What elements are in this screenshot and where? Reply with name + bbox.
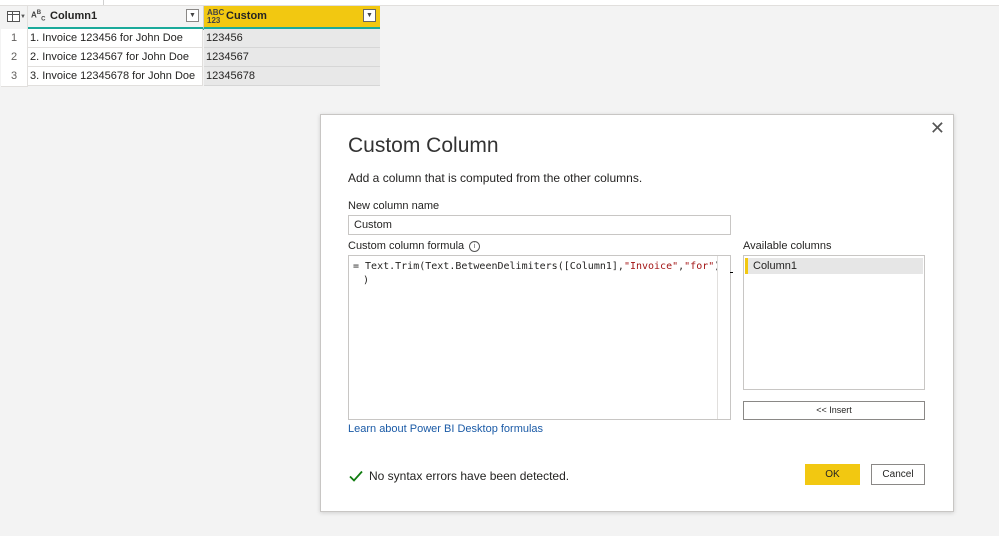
table-menu-button[interactable]: ▼ (1, 6, 28, 30)
cell-column1[interactable]: 2. Invoice 1234567 for John Doe (28, 48, 203, 67)
formula-line-1: = Text.Trim(Text.BetweenDelimiters([Colu… (353, 261, 720, 272)
formula-label-row: Custom column formula i (348, 240, 481, 252)
filter-dropdown-icon[interactable]: ▼ (186, 9, 199, 22)
cancel-button[interactable]: Cancel (871, 464, 925, 485)
list-item[interactable]: Column1 (745, 258, 923, 274)
cell-column1[interactable]: 1. Invoice 123456 for John Doe (28, 29, 203, 48)
formula-scrollbar[interactable] (717, 256, 730, 419)
cell-custom[interactable]: 12345678 (204, 67, 380, 86)
available-columns-list[interactable]: Column1 (743, 255, 925, 390)
column-header-label: Column1 (50, 10, 98, 22)
ok-button[interactable]: OK (805, 464, 860, 485)
formula-string: "for" (684, 261, 715, 272)
row-number: 2 (1, 48, 28, 68)
top-strip-divider (103, 0, 104, 5)
formula-string: "Invoice" (623, 261, 679, 272)
dialog-title: Custom Column (348, 134, 499, 157)
column-header-label: Custom (226, 10, 267, 22)
table-icon (7, 11, 20, 22)
formula-label: Custom column formula (348, 240, 465, 252)
cell-custom[interactable]: 123456 (204, 29, 380, 48)
table-row: 2 2. Invoice 1234567 for John Doe 123456… (1, 48, 380, 68)
text-type-icon[interactable]: ABC (31, 9, 45, 23)
available-columns-label: Available columns (743, 240, 832, 252)
column-header-column1[interactable]: ABC Column1 ▼ (28, 6, 204, 30)
dialog-description: Add a column that is computed from the o… (348, 171, 643, 185)
insert-button[interactable]: << Insert (743, 401, 925, 420)
close-icon[interactable]: ✕ (930, 118, 945, 139)
formula-line-2: ) (363, 275, 370, 286)
column-header-custom[interactable]: ABC 123 Custom ▼ (204, 6, 380, 30)
cell-column1[interactable]: 3. Invoice 12345678 for John Doe (28, 67, 203, 86)
table-row: 3 3. Invoice 12345678 for John Doe 12345… (1, 67, 380, 87)
check-icon (349, 470, 363, 482)
learn-formulas-link[interactable]: Learn about Power BI Desktop formulas (348, 423, 543, 435)
new-column-name-label: New column name (348, 200, 440, 212)
new-column-name-input[interactable]: Custom (348, 215, 731, 235)
formula-editor[interactable]: = Text.Trim(Text.BetweenDelimiters([Colu… (348, 255, 733, 420)
formula-text: = Text.Trim(Text.BetweenDelimiters([Colu… (353, 261, 624, 272)
row-number: 1 (1, 29, 28, 49)
custom-column-dialog: ✕ Custom Column Add a column that is com… (320, 114, 954, 512)
chevron-down-icon: ▼ (20, 14, 26, 20)
row-number: 3 (1, 67, 28, 87)
table-row: 1 1. Invoice 123456 for John Doe 123456 (1, 29, 380, 49)
info-icon[interactable]: i (469, 241, 481, 252)
syntax-status: No syntax errors have been detected. (369, 469, 570, 483)
cell-custom[interactable]: 1234567 (204, 48, 380, 67)
any-type-icon[interactable]: ABC 123 (207, 9, 224, 25)
filter-dropdown-icon[interactable]: ▼ (363, 9, 376, 22)
